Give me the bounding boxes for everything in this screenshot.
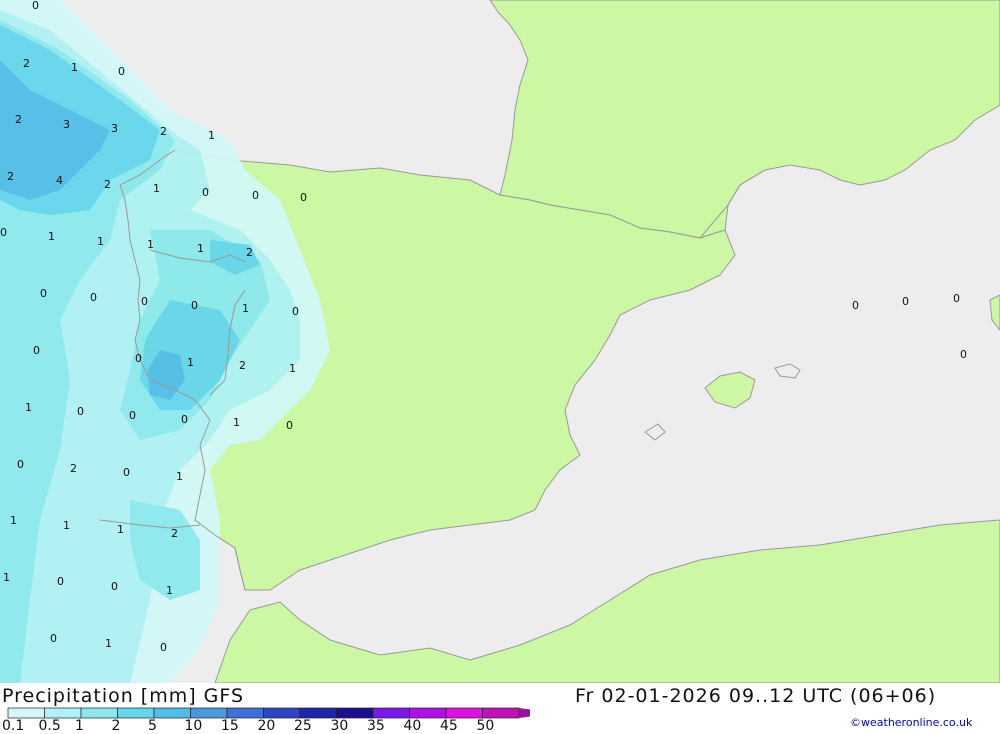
legend-label: 1 xyxy=(75,718,84,734)
map-value: 0 xyxy=(50,632,57,645)
legend-swatch xyxy=(263,707,301,719)
legend-swatch xyxy=(80,707,118,719)
map-value: 2 xyxy=(104,178,111,191)
map-value: 2 xyxy=(70,462,77,475)
precipitation-map: 0 2 1 0 2 3 3 2 1 2 4 2 1 0 0 0 0 1 1 1 … xyxy=(0,0,1000,684)
map-value: 0 xyxy=(90,291,97,304)
map-value: 0 xyxy=(960,348,967,361)
map-value: 1 xyxy=(153,182,160,195)
map-value: 2 xyxy=(7,170,14,183)
map-value: 0 xyxy=(902,295,909,308)
map-value: 0 xyxy=(33,344,40,357)
map-value: 1 xyxy=(187,356,194,369)
map-value: 0 xyxy=(252,189,259,202)
legend-swatch xyxy=(7,707,45,719)
map-value: 4 xyxy=(56,174,63,187)
legend-swatch xyxy=(482,707,520,719)
map-value: 1 xyxy=(242,302,249,315)
map-value: 2 xyxy=(171,527,178,540)
map-value: 0 xyxy=(57,575,64,588)
map-value: 1 xyxy=(97,235,104,248)
map-value: 2 xyxy=(23,57,30,70)
legend-label: 20 xyxy=(257,718,276,734)
map-value: 1 xyxy=(105,637,112,650)
map-canvas: 0 2 1 0 2 3 3 2 1 2 4 2 1 0 0 0 0 1 1 1 … xyxy=(0,0,1000,684)
legend-label: 25 xyxy=(294,718,312,734)
legend-swatch xyxy=(336,707,374,719)
credit-link[interactable]: ©weatheronline.co.uk xyxy=(850,716,972,729)
map-value: 1 xyxy=(3,571,10,584)
map-value: 1 xyxy=(233,416,240,429)
map-value: 0 xyxy=(77,405,84,418)
map-value: 1 xyxy=(197,242,204,255)
map-value: 0 xyxy=(202,186,209,199)
map-value: 0 xyxy=(292,305,299,318)
legend-arrow xyxy=(519,708,530,718)
map-value: 2 xyxy=(160,125,167,138)
map-value: 0 xyxy=(160,641,167,654)
map-value: 0 xyxy=(123,466,130,479)
map-value: 3 xyxy=(63,118,70,131)
map-value: 1 xyxy=(289,362,296,375)
map-value: 0 xyxy=(300,191,307,204)
map-value: 0 xyxy=(135,352,142,365)
map-value: 1 xyxy=(176,470,183,483)
map-value: 0 xyxy=(118,65,125,78)
map-value: 3 xyxy=(111,122,118,135)
map-value: 1 xyxy=(71,61,78,74)
map-value: 1 xyxy=(25,401,32,414)
legend-footer: Precipitation [mm] GFS Fr 02-01-2026 09.… xyxy=(0,683,1000,734)
legend-swatch xyxy=(445,707,483,719)
legend-label: 45 xyxy=(440,718,458,734)
map-value: 2 xyxy=(246,246,253,259)
map-value: 0 xyxy=(181,413,188,426)
map-value: 0 xyxy=(0,226,7,239)
legend-label: 0.1 xyxy=(2,718,25,734)
legend-label: 5 xyxy=(148,718,157,734)
map-value: 0 xyxy=(129,409,136,422)
legend-label: 0.5 xyxy=(38,718,61,734)
legend-label: 30 xyxy=(330,718,349,734)
map-value: 1 xyxy=(208,129,215,142)
legend-swatch xyxy=(372,707,410,719)
map-value: 0 xyxy=(40,287,47,300)
map-value: 1 xyxy=(166,584,173,597)
map-value: 2 xyxy=(239,359,246,372)
map-value: 1 xyxy=(10,514,17,527)
legend-label: 40 xyxy=(403,718,422,734)
map-value: 1 xyxy=(48,230,55,243)
legend-label: 2 xyxy=(111,718,121,734)
map-title: Precipitation [mm] GFS xyxy=(2,685,245,707)
map-value: 0 xyxy=(32,0,39,12)
map-value: 0 xyxy=(953,292,960,305)
legend-swatch xyxy=(153,707,191,719)
map-value: 0 xyxy=(852,299,859,312)
map-value: 0 xyxy=(191,299,198,312)
map-value: 0 xyxy=(286,419,293,432)
legend-swatch xyxy=(226,707,264,719)
legend-label: 50 xyxy=(476,718,495,734)
legend-swatch xyxy=(117,707,155,719)
legend-swatch xyxy=(44,707,82,719)
legend-label: 15 xyxy=(221,718,239,734)
map-value: 0 xyxy=(17,458,24,471)
map-value: 1 xyxy=(147,238,154,251)
legend-swatch xyxy=(190,707,228,719)
map-value: 1 xyxy=(117,523,124,536)
legend-swatch xyxy=(409,707,447,719)
map-value: 1 xyxy=(63,519,70,532)
map-value: 2 xyxy=(15,113,22,126)
legend-swatch xyxy=(299,707,337,719)
legend-label: 10 xyxy=(184,718,203,734)
map-value: 0 xyxy=(111,580,118,593)
map-date: Fr 02-01-2026 09..12 UTC (06+06) xyxy=(575,685,937,707)
legend-label: 35 xyxy=(367,718,385,734)
map-value: 0 xyxy=(141,295,148,308)
